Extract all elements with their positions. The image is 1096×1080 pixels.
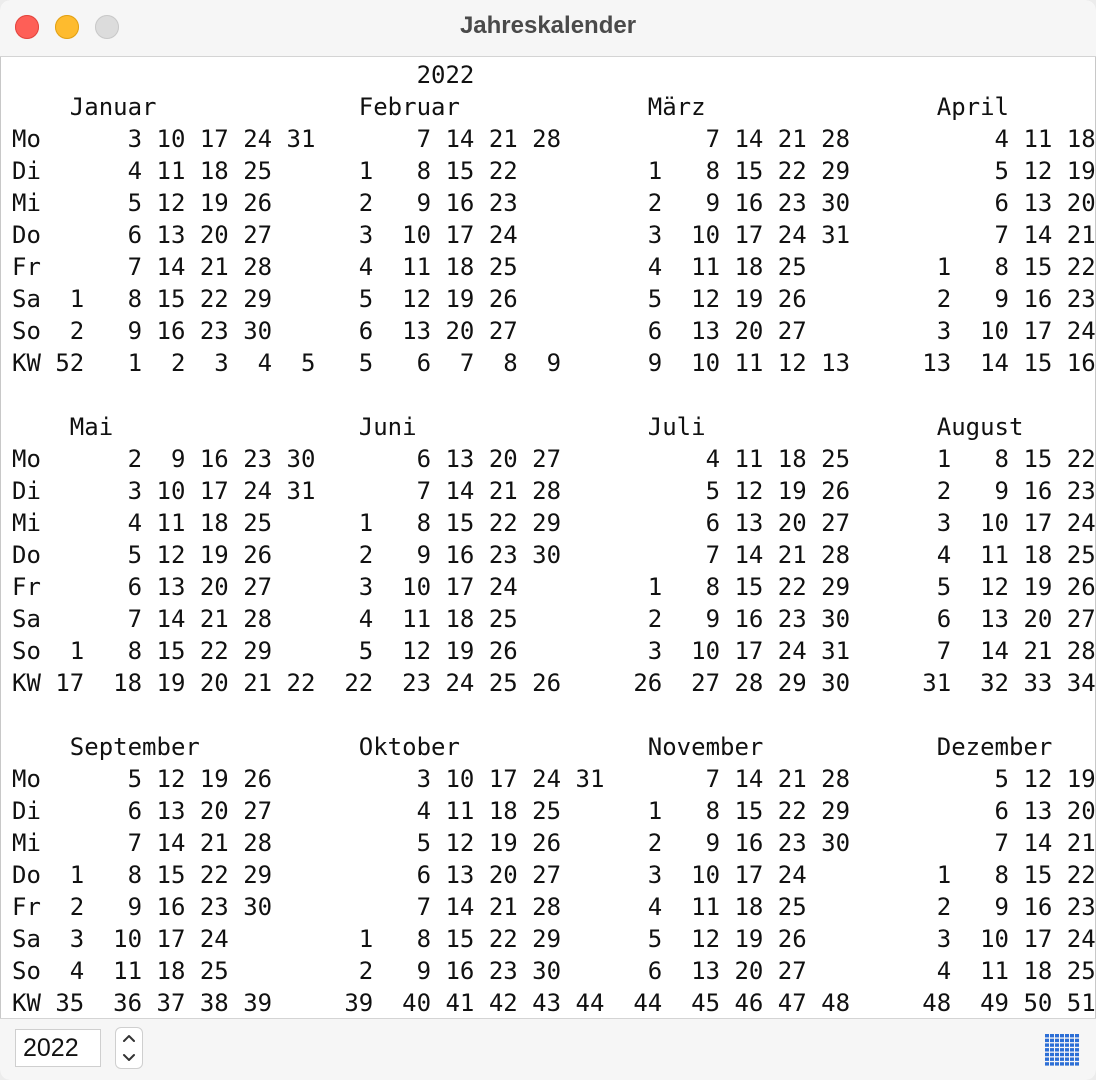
grid-cell bbox=[1050, 1043, 1054, 1047]
grid-cell bbox=[1070, 1052, 1074, 1057]
grid-cell bbox=[1075, 1034, 1079, 1038]
stepper-down-button[interactable] bbox=[116, 1048, 142, 1068]
grid-cell bbox=[1065, 1057, 1069, 1061]
chevron-down-icon bbox=[123, 1054, 135, 1061]
calendar-grid-icon[interactable] bbox=[1044, 1033, 1080, 1067]
year-calendar-text: 2022 Januar Februar März April Mo 3 10 1… bbox=[12, 61, 1096, 1017]
grid-cell bbox=[1060, 1052, 1064, 1057]
grid-cell bbox=[1050, 1052, 1054, 1057]
grid-cell bbox=[1070, 1034, 1074, 1038]
grid-cell bbox=[1070, 1038, 1074, 1043]
grid-cell bbox=[1070, 1043, 1074, 1047]
grid-cell bbox=[1060, 1043, 1064, 1047]
grid-cell bbox=[1075, 1043, 1079, 1047]
grid-cell bbox=[1045, 1038, 1049, 1043]
grid-cell bbox=[1050, 1057, 1054, 1061]
grid-cell bbox=[1050, 1038, 1054, 1043]
grid-cell bbox=[1065, 1038, 1069, 1043]
grid-cell bbox=[1055, 1052, 1059, 1057]
grid-cell bbox=[1060, 1062, 1064, 1066]
window-title: Jahreskalender bbox=[459, 12, 637, 39]
grid-cell bbox=[1075, 1038, 1079, 1043]
grid-cell bbox=[1045, 1062, 1049, 1066]
grid-cell bbox=[1060, 1048, 1064, 1052]
bottom-toolbar: 2022 bbox=[0, 1018, 1096, 1080]
grid-cell bbox=[1065, 1052, 1069, 1057]
year-stepper[interactable] bbox=[115, 1027, 143, 1069]
grid-cell bbox=[1055, 1038, 1059, 1043]
chevron-up-icon bbox=[123, 1035, 135, 1042]
grid-cell bbox=[1050, 1034, 1054, 1038]
grid-cell bbox=[1045, 1034, 1049, 1038]
grid-cell bbox=[1075, 1052, 1079, 1057]
grid-cell bbox=[1075, 1057, 1079, 1061]
grid-cell bbox=[1065, 1043, 1069, 1047]
grid-cell bbox=[1055, 1057, 1059, 1061]
grid-cell bbox=[1050, 1062, 1054, 1066]
grid-cell bbox=[1070, 1062, 1074, 1066]
grid-cell bbox=[1055, 1043, 1059, 1047]
grid-cell bbox=[1055, 1048, 1059, 1052]
grid-cell bbox=[1065, 1048, 1069, 1052]
grid-cell bbox=[1060, 1057, 1064, 1061]
grid-cell bbox=[1055, 1034, 1059, 1038]
grid-cell bbox=[1075, 1062, 1079, 1066]
window: Jahreskalender 2022 Januar Februar März … bbox=[0, 0, 1096, 1080]
grid-cell bbox=[1045, 1043, 1049, 1047]
grid-cell bbox=[1055, 1062, 1059, 1066]
grid-cell bbox=[1045, 1048, 1049, 1052]
grid-cell bbox=[1045, 1057, 1049, 1061]
grid-cell bbox=[1060, 1038, 1064, 1043]
grid-cell bbox=[1065, 1062, 1069, 1066]
grid-cell bbox=[1075, 1048, 1079, 1052]
year-input[interactable]: 2022 bbox=[15, 1029, 101, 1067]
grid-cell bbox=[1050, 1048, 1054, 1052]
grid-cell bbox=[1045, 1052, 1049, 1057]
grid-cell bbox=[1070, 1057, 1074, 1061]
stepper-up-button[interactable] bbox=[116, 1028, 142, 1048]
grid-cell bbox=[1070, 1048, 1074, 1052]
grid-cell bbox=[1060, 1034, 1064, 1038]
grid-cell bbox=[1065, 1034, 1069, 1038]
title-bar[interactable]: Jahreskalender bbox=[0, 0, 1096, 57]
